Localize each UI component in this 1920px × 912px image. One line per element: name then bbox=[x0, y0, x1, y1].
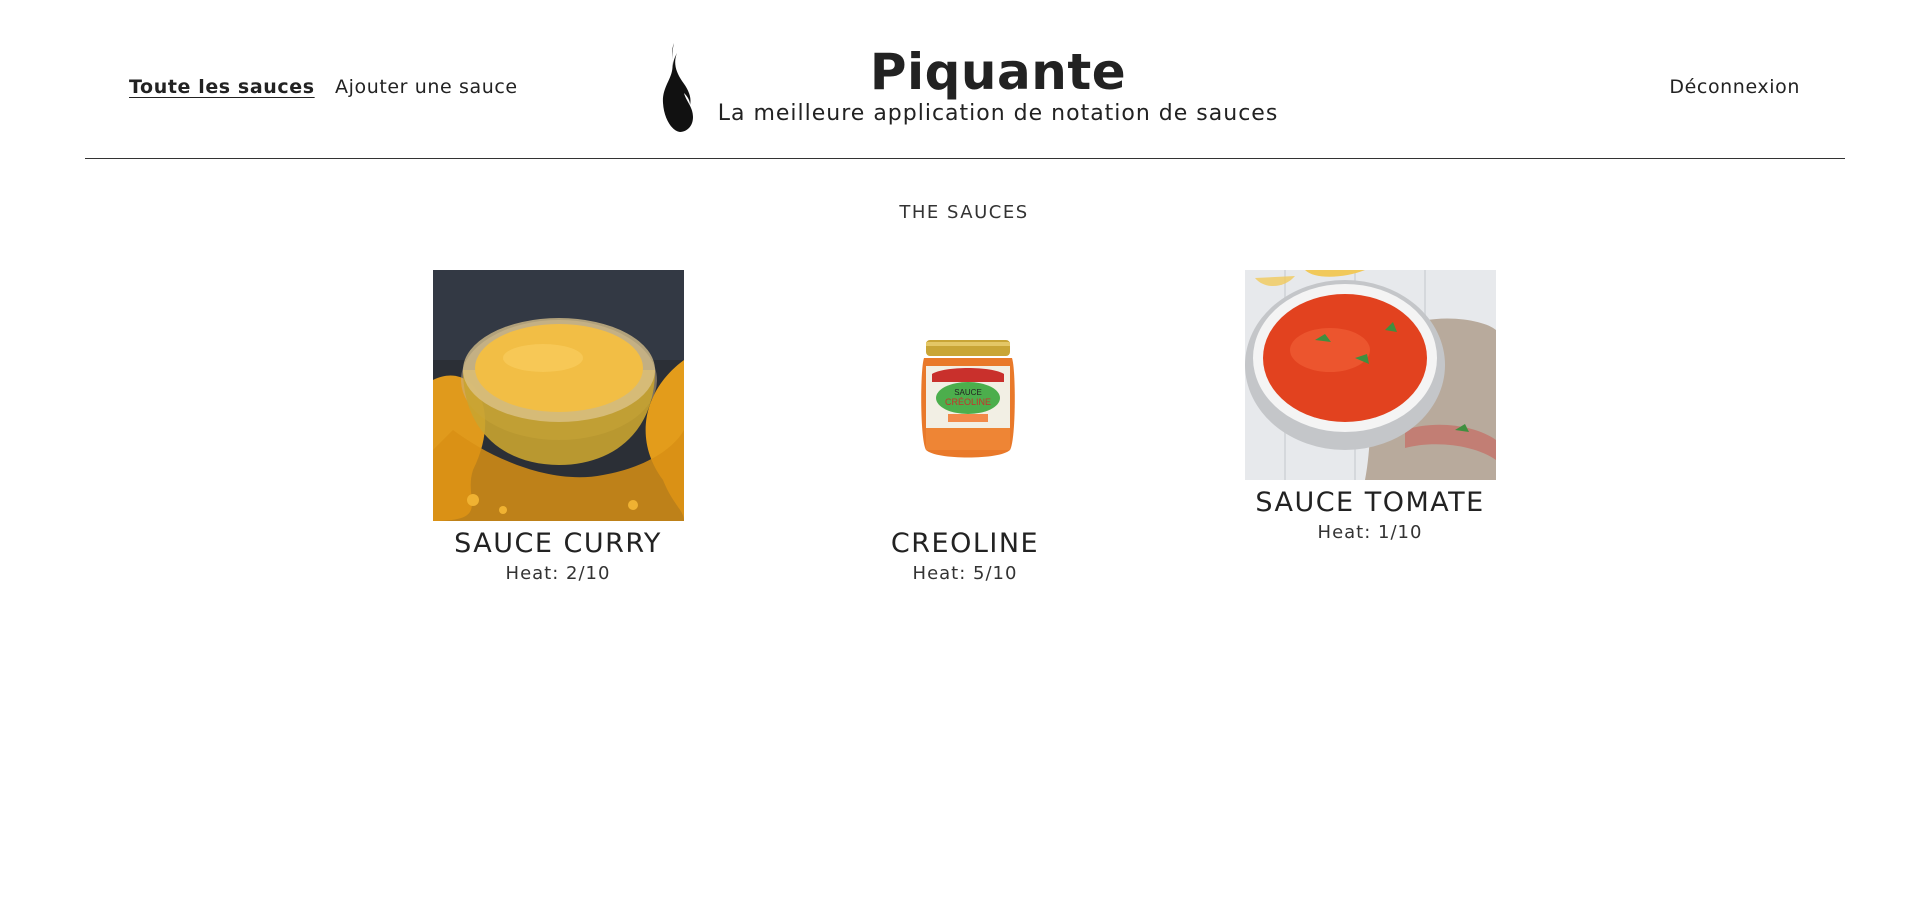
sauce-name: SAUCE TOMATE bbox=[1255, 487, 1485, 518]
sauce-card-creoline[interactable]: SAUCE CRÉOLINE CREOLINE Heat: 5/10 bbox=[835, 270, 1095, 587]
section-title: THE SAUCES bbox=[899, 202, 1029, 223]
svg-text:CRÉOLINE: CRÉOLINE bbox=[944, 397, 990, 407]
sauce-heat: Heat: 1/10 bbox=[1317, 522, 1423, 543]
app-header: Toute les sauces Ajouter une sauce Piqua… bbox=[85, 0, 1845, 159]
creoline-jar-image: SAUCE CRÉOLINE bbox=[839, 270, 1091, 521]
sauce-card-curry[interactable]: SAUCE CURRY Heat: 2/10 bbox=[428, 270, 688, 587]
nav-add-sauce-link[interactable]: Ajouter une sauce bbox=[335, 76, 518, 98]
page: Toute les sauces Ajouter une sauce Piqua… bbox=[0, 0, 1920, 912]
nav-all-sauces-link[interactable]: Toute les sauces bbox=[129, 76, 315, 98]
tomato-soup-bowl-image bbox=[1244, 270, 1496, 480]
app-subtitle: La meilleure application de notation de … bbox=[717, 101, 1279, 126]
flame-icon bbox=[662, 43, 693, 132]
curry-sauce-bowl-image bbox=[432, 270, 684, 521]
svg-text:SAUCE: SAUCE bbox=[954, 388, 982, 397]
sauce-card-tomate[interactable]: SAUCE TOMATE Heat: 1/10 bbox=[1240, 270, 1500, 546]
logout-link[interactable]: Déconnexion bbox=[1669, 76, 1800, 98]
sauce-name: SAUCE CURRY bbox=[454, 528, 662, 559]
sauce-heat: Heat: 2/10 bbox=[505, 563, 611, 584]
sauce-heat: Heat: 5/10 bbox=[912, 563, 1018, 584]
sauce-name: CREOLINE bbox=[890, 528, 1040, 559]
